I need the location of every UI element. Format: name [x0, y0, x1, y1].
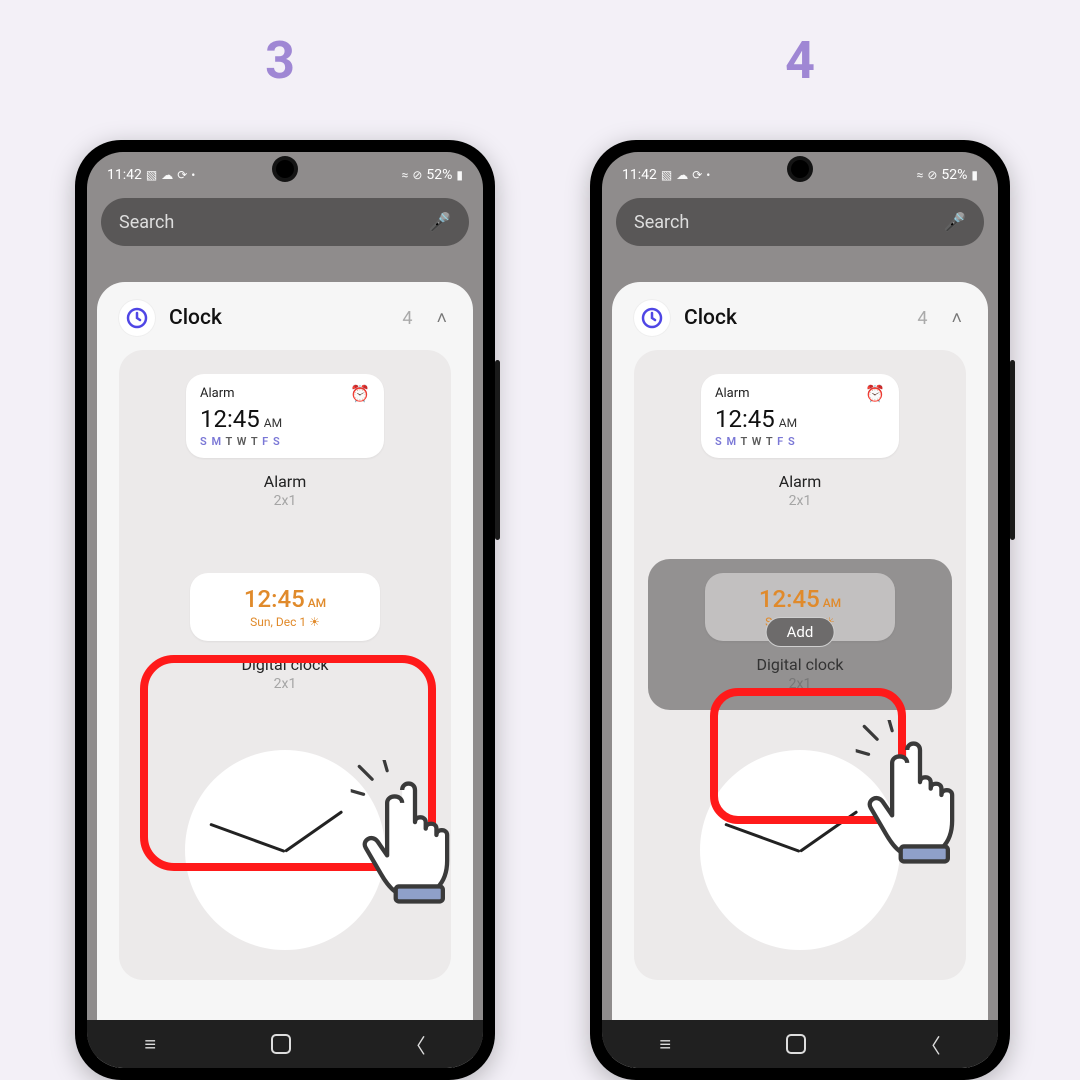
- add-widget-button[interactable]: Add: [766, 617, 835, 647]
- digital-widget-size: 2x1: [133, 676, 437, 692]
- clock-app-icon: [634, 300, 670, 336]
- widget-sheet: Clock 4 ˄ Alarm ⏰ 12:45AM S M T W T F S: [97, 282, 473, 1068]
- widget-sheet: Clock 4 ˄ Alarm ⏰ 12:45AM S M T W T F S: [612, 282, 988, 1068]
- digital-ampm: AM: [823, 596, 841, 610]
- camera-notch: [791, 160, 809, 178]
- widget-search[interactable]: Search 🎤: [616, 198, 984, 246]
- alarm-widget-name: Alarm: [648, 472, 952, 491]
- camera-notch: [276, 160, 294, 178]
- alarm-label: Alarm: [200, 386, 235, 401]
- digital-widget-name: Digital clock: [648, 655, 952, 674]
- more-dot-icon: •: [191, 168, 195, 182]
- wifi-icon: ≈: [917, 168, 924, 182]
- alarm-days: S M T W T F S: [200, 435, 370, 448]
- alarm-widget-size: 2x1: [648, 493, 952, 509]
- android-navbar: ≡ 〈: [87, 1020, 483, 1068]
- tap-hand-icon: [855, 720, 985, 874]
- digital-widget-row[interactable]: 12:45AM Sun, Dec 1 ☀ Digital clock 2x1: [133, 559, 437, 710]
- sheet-header[interactable]: Clock 4 ˄: [634, 300, 966, 336]
- alarm-ampm: AM: [779, 416, 797, 430]
- clock-app-icon: [119, 300, 155, 336]
- back-button[interactable]: 〈: [921, 1030, 941, 1059]
- chevron-up-icon[interactable]: ˄: [432, 308, 451, 329]
- status-time: 11:42: [622, 167, 657, 183]
- alarm-label: Alarm: [715, 386, 750, 401]
- digital-time: 12:45: [759, 585, 820, 613]
- widget-count: 4: [917, 308, 933, 329]
- alarm-icon: ⏰: [350, 384, 370, 403]
- status-time: 11:42: [107, 167, 142, 183]
- digital-time: 12:45: [244, 585, 305, 613]
- tap-hand-icon: [350, 760, 480, 914]
- home-button[interactable]: [271, 1034, 291, 1054]
- alarm-widget-preview[interactable]: Alarm ⏰ 12:45 AM S M T W T F S: [701, 374, 899, 458]
- widget-search[interactable]: Search 🎤: [101, 198, 469, 246]
- home-button[interactable]: [786, 1034, 806, 1054]
- search-placeholder: Search: [634, 212, 689, 233]
- wifi-icon: ≈: [402, 168, 409, 182]
- widget-list: Alarm ⏰ 12:45AM S M T W T F S Alarm 2x1: [634, 350, 966, 980]
- image-icon: ▧: [146, 168, 157, 182]
- recents-button[interactable]: ≡: [659, 1032, 671, 1057]
- battery-text: 52%: [941, 167, 967, 183]
- alarm-widget-name: Alarm: [133, 472, 437, 491]
- alarm-widget-size: 2x1: [133, 493, 437, 509]
- sync-icon: ⟳: [692, 168, 702, 182]
- battery-icon: ▮: [456, 168, 463, 182]
- alarm-ampm: AM: [264, 416, 282, 430]
- sync-icon: ⟳: [177, 168, 187, 182]
- mic-icon[interactable]: 🎤: [944, 212, 966, 233]
- android-navbar: ≡ 〈: [602, 1020, 998, 1068]
- screen: 11:42 ▧ ☁ ⟳ • ≈ ⊘ 52% ▮ Search 🎤 Clo: [87, 152, 483, 1068]
- screen: 11:42 ▧ ☁ ⟳ • ≈ ⊘ 52% ▮ Search 🎤 Clo: [602, 152, 998, 1068]
- alarm-icon: ⏰: [865, 384, 885, 403]
- alarm-time: 12:45: [200, 405, 260, 433]
- image-icon: ▧: [661, 168, 672, 182]
- phone-step4: 11:42 ▧ ☁ ⟳ • ≈ ⊘ 52% ▮ Search 🎤 Clo: [590, 140, 1010, 1080]
- alarm-days: S M T W T F S: [715, 435, 885, 448]
- digital-ampm: AM: [308, 596, 326, 610]
- digital-widget-name: Digital clock: [133, 655, 437, 674]
- step-number-4: 4: [750, 30, 850, 91]
- phone-step3: 11:42 ▧ ☁ ⟳ • ≈ ⊘ 52% ▮ Search 🎤 Clo: [75, 140, 495, 1080]
- alarm-time: 12:45: [715, 405, 775, 433]
- no-sim-icon: ⊘: [927, 168, 937, 182]
- sheet-header[interactable]: Clock 4 ˄: [119, 300, 451, 336]
- cloud-icon: ☁: [161, 168, 173, 182]
- mic-icon[interactable]: 🎤: [429, 212, 451, 233]
- widget-count: 4: [402, 308, 418, 329]
- chevron-up-icon[interactable]: ˄: [947, 308, 966, 329]
- recents-button[interactable]: ≡: [144, 1032, 156, 1057]
- battery-icon: ▮: [971, 168, 978, 182]
- digital-widget-preview[interactable]: 12:45AM Sun, Dec 1 ☀: [190, 573, 380, 641]
- sheet-title: Clock: [684, 306, 737, 330]
- alarm-widget-preview[interactable]: Alarm ⏰ 12:45 AM S M T W T F S: [186, 374, 384, 458]
- digital-widget-size: 2x1: [648, 676, 952, 692]
- digital-date: Sun, Dec 1 ☀: [200, 615, 370, 629]
- cloud-icon: ☁: [676, 168, 688, 182]
- search-placeholder: Search: [119, 212, 174, 233]
- no-sim-icon: ⊘: [412, 168, 422, 182]
- back-button[interactable]: 〈: [406, 1030, 426, 1059]
- more-dot-icon: •: [706, 168, 710, 182]
- sheet-title: Clock: [169, 306, 222, 330]
- battery-text: 52%: [426, 167, 452, 183]
- step-number-3: 3: [230, 30, 330, 91]
- digital-widget-row-selected[interactable]: 12:45AM Sun, Dec 1 ☀ Add Digital clock 2…: [648, 559, 952, 710]
